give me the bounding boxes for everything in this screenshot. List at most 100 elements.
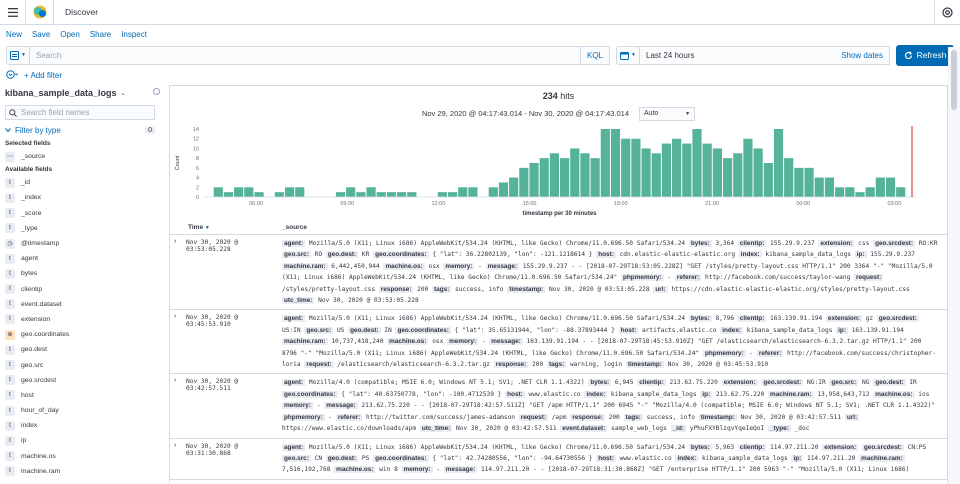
kibana-logo-icon[interactable] (26, 0, 54, 25)
field-item-event-dataset[interactable]: t event.dataset (5, 297, 155, 312)
histogram-bar[interactable] (519, 167, 529, 197)
histogram-bar[interactable] (366, 187, 376, 197)
histogram-bar[interactable] (295, 187, 305, 197)
refresh-button[interactable]: Refresh (896, 44, 954, 66)
histogram-bar[interactable] (498, 182, 509, 197)
scrollbar-thumb[interactable] (951, 50, 957, 110)
histogram-chart[interactable]: 0 2 4 6 8 10 12 14 Count 06:00 09:00 12:00 15:00 18:0… (170, 123, 947, 220)
field-item-source[interactable]: ⋯ _source (5, 149, 155, 164)
time-column-header[interactable]: Time ▼ (170, 224, 282, 231)
histogram-bar[interactable] (743, 138, 753, 197)
histogram-bar[interactable] (284, 187, 295, 197)
breadcrumb[interactable]: Discover (54, 7, 98, 17)
inspect-button[interactable]: Inspect (121, 30, 147, 39)
table-row[interactable]: › Nov 30, 2020 @ 03:42:57.511 agent: Mozil… (170, 374, 947, 439)
histogram-bar[interactable] (824, 177, 835, 197)
histogram-bar[interactable] (600, 129, 610, 197)
field-item-machine-os[interactable]: t machine.os (5, 449, 155, 464)
histogram-bar[interactable] (865, 187, 875, 197)
histogram-bar[interactable] (549, 153, 559, 197)
histogram-bar[interactable] (335, 192, 346, 197)
histogram-bar[interactable] (885, 177, 896, 197)
hamburger-icon[interactable] (0, 0, 26, 25)
field-item-geo-dest[interactable]: t geo.dest (5, 342, 155, 357)
index-pattern-selector[interactable]: kibana_sample_data_logs ⌄ (5, 83, 155, 101)
histogram-bar[interactable] (376, 192, 386, 197)
page-scrollbar[interactable] (948, 47, 960, 484)
histogram-bar[interactable] (437, 192, 447, 197)
date-range-field[interactable]: Last 24 hours Show dates (640, 45, 890, 65)
histogram-bar[interactable] (458, 187, 468, 197)
histogram-bar[interactable] (529, 163, 539, 197)
expand-row-icon[interactable]: › (170, 313, 180, 370)
field-item-machine-ram[interactable]: t machine.ram (5, 464, 155, 479)
field-item-geo-coordinates[interactable]: ⊕ geo.coordinates (5, 327, 155, 342)
saved-query-button[interactable]: ▼ (6, 45, 30, 65)
interval-select[interactable]: Auto ▼ (639, 106, 696, 121)
save-button[interactable]: Save (32, 30, 50, 39)
table-row[interactable]: › Nov 30, 2020 @ 03:31:30.868 agent: Mozil… (170, 439, 947, 480)
expand-row-icon[interactable]: › (170, 377, 180, 434)
filter-by-type-button[interactable]: Filter by type 0 (5, 122, 155, 138)
collapse-sidebar-icon[interactable] (153, 88, 160, 95)
histogram-bar[interactable] (784, 158, 794, 197)
histogram-bar[interactable] (386, 192, 397, 197)
histogram-bar[interactable] (570, 148, 580, 197)
histogram-bar[interactable] (223, 192, 234, 197)
filter-options-icon[interactable] (6, 69, 19, 81)
field-item-geo-src[interactable]: t geo.src (5, 357, 155, 372)
histogram-bar[interactable] (346, 187, 356, 197)
field-item-id[interactable]: t _id (5, 175, 155, 190)
histogram-bar[interactable] (702, 143, 712, 197)
table-row[interactable]: › Nov 30, 2020 @ 03:45:53.910 agent: Mozil… (170, 310, 947, 375)
histogram-bar[interactable] (274, 192, 284, 197)
field-item-score[interactable]: t _score (5, 206, 155, 221)
field-item-extension[interactable]: t extension (5, 312, 155, 327)
histogram-bar[interactable] (692, 129, 702, 197)
field-item-hour-of-day[interactable]: t hour_of_day (5, 403, 155, 418)
histogram-bar[interactable] (407, 192, 417, 197)
field-item-ip[interactable]: t ip (5, 433, 155, 448)
histogram-bar[interactable] (722, 158, 733, 197)
histogram-bar[interactable] (580, 153, 590, 197)
histogram-bar[interactable] (804, 167, 814, 197)
expand-row-icon[interactable]: › (170, 442, 180, 476)
histogram-bar[interactable] (213, 187, 223, 197)
histogram-bar[interactable] (845, 187, 855, 197)
histogram-bar[interactable] (682, 143, 692, 197)
field-item-type[interactable]: t _type (5, 221, 155, 236)
expand-row-icon[interactable]: › (170, 238, 180, 306)
histogram-bar[interactable] (763, 163, 773, 197)
histogram-bar[interactable] (254, 192, 264, 197)
histogram-bar[interactable] (509, 177, 519, 197)
histogram-bar[interactable] (539, 158, 549, 197)
table-row[interactable]: › Nov 30, 2020 @ 03:53:05.228 agent: Mozil… (170, 235, 947, 311)
histogram-bar[interactable] (590, 158, 600, 197)
histogram-bar[interactable] (733, 153, 743, 197)
field-search-input[interactable]: Search field names (5, 105, 155, 120)
histogram-bar[interactable] (488, 187, 498, 197)
histogram-bar[interactable] (661, 143, 672, 197)
histogram-bar[interactable] (875, 177, 885, 197)
histogram-bar[interactable] (794, 167, 804, 197)
search-input[interactable]: Search (30, 45, 581, 65)
histogram-bar[interactable] (855, 192, 865, 197)
new-button[interactable]: New (6, 30, 22, 39)
histogram-bar[interactable] (610, 129, 621, 197)
field-item-index[interactable]: t index (5, 418, 155, 433)
field-item-host[interactable]: t host (5, 388, 155, 403)
histogram-bar[interactable] (468, 187, 478, 197)
kql-toggle[interactable]: KQL (580, 45, 610, 65)
histogram-bar[interactable] (672, 138, 682, 197)
histogram-bar[interactable] (651, 153, 661, 197)
open-button[interactable]: Open (60, 30, 80, 39)
histogram-bar[interactable] (641, 148, 651, 197)
field-item-clientip[interactable]: t clientip (5, 282, 155, 297)
help-menu-icon[interactable] (934, 0, 960, 25)
share-button[interactable]: Share (90, 30, 111, 39)
date-picker-button[interactable]: ▼ (616, 45, 640, 65)
field-item-index[interactable]: t _index (5, 190, 155, 205)
histogram-bar[interactable] (712, 148, 722, 197)
histogram-bar[interactable] (896, 187, 906, 197)
histogram-bar[interactable] (753, 148, 763, 197)
